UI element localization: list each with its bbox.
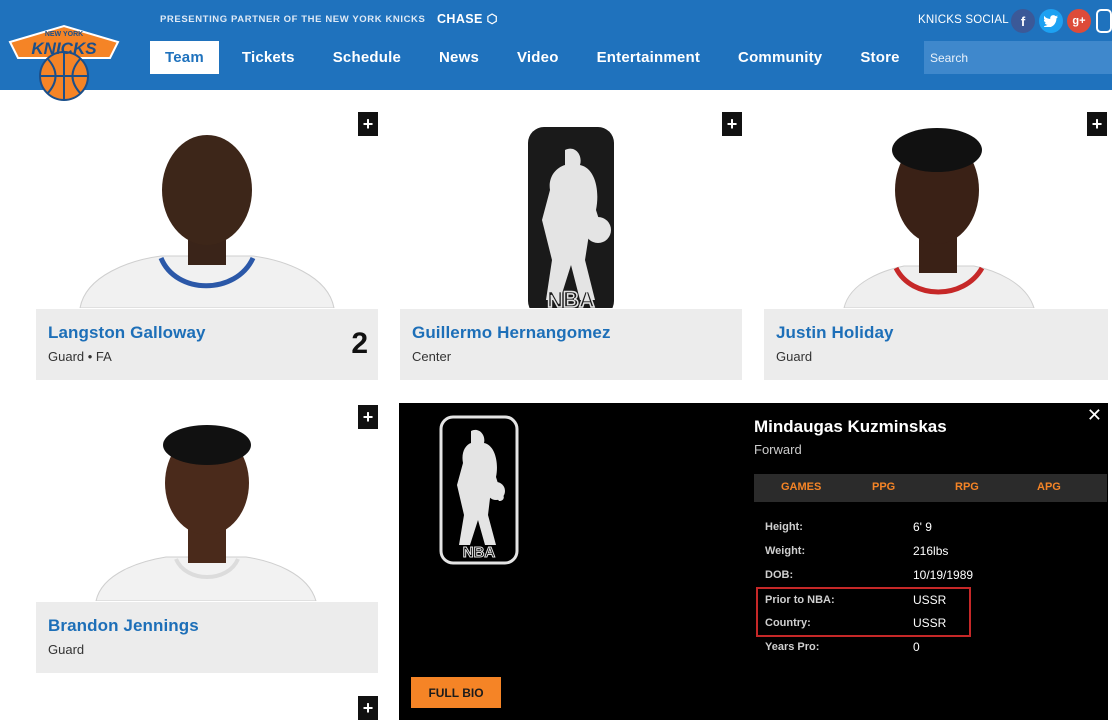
highlight-box	[756, 587, 971, 637]
stats-header-bar: GAMES PPG RPG APG	[754, 474, 1107, 502]
nav-item-team[interactable]: Team	[150, 41, 219, 74]
nav-item-community[interactable]: Community	[723, 41, 837, 74]
player-card-justin-holiday[interactable]: Justin Holiday Guard	[764, 309, 1108, 380]
nav-item-video[interactable]: Video	[502, 41, 574, 74]
social-label: KNICKS SOCIAL	[918, 14, 1009, 26]
height-label: Height:	[765, 521, 803, 533]
facebook-icon[interactable]: f	[1011, 9, 1035, 33]
player-number: 2	[351, 327, 368, 360]
height-value: 6' 9	[913, 520, 932, 534]
player-card-guillermo-hernangomez[interactable]: Guillermo Hernangomez Center	[400, 309, 742, 380]
dob-value: 10/19/1989	[913, 568, 974, 582]
logo-text: KNICKS	[31, 39, 97, 58]
detail-player-position: Forward	[754, 442, 802, 457]
google-plus-glyph: g+	[1072, 15, 1086, 27]
stat-header-games: GAMES	[781, 481, 822, 493]
player-position: Guard • FA	[48, 349, 112, 364]
search-input[interactable]	[924, 41, 1112, 74]
player-detail-panel: NBA Mindaugas Kuzminskas Forward ✕ GAMES…	[399, 403, 1108, 720]
player-name[interactable]: Justin Holiday	[776, 323, 894, 343]
player-photo[interactable]	[36, 403, 378, 601]
knicks-logo[interactable]: NEW YORK KNICKS	[4, 6, 124, 106]
nav-item-entertainment[interactable]: Entertainment	[582, 41, 715, 74]
player-name[interactable]: Brandon Jennings	[48, 616, 199, 636]
weight-label: Weight:	[765, 545, 806, 557]
dob-label: DOB:	[765, 569, 794, 581]
expand-plus-icon[interactable]: +	[1087, 112, 1107, 136]
nba-logo: NBA	[439, 415, 519, 565]
nba-logo-text: NBA	[463, 544, 496, 561]
expand-plus-icon[interactable]: +	[358, 696, 378, 720]
player-position: Guard	[776, 349, 813, 364]
nav-item-store[interactable]: Store	[845, 41, 914, 74]
nba-logo-placeholder[interactable]: NBA	[400, 110, 742, 308]
weight-value: 216lbs	[913, 544, 949, 558]
expand-plus-icon[interactable]: +	[358, 112, 378, 136]
logo-top-text: NEW YORK	[45, 31, 83, 38]
expand-plus-icon[interactable]: +	[358, 405, 378, 429]
full-bio-button[interactable]: FULL BIO	[411, 677, 501, 708]
years-pro-label: Years Pro:	[765, 641, 820, 653]
main-nav: Team Tickets Schedule News Video Enterta…	[150, 41, 923, 74]
site-header: NEW YORK KNICKS PRESENTING PARTNER OF TH…	[0, 0, 1112, 101]
player-photo[interactable]	[36, 110, 378, 308]
nav-item-tickets[interactable]: Tickets	[227, 41, 310, 74]
player-position: Guard	[48, 642, 85, 657]
detail-player-name: Mindaugas Kuzminskas	[754, 417, 947, 436]
twitter-icon[interactable]	[1039, 9, 1063, 33]
chase-link[interactable]: CHASE ⬡	[437, 11, 498, 26]
years-pro-value: 0	[913, 640, 920, 654]
player-card-brandon-jennings[interactable]: Brandon Jennings Guard	[36, 602, 378, 673]
stat-header-ppg: PPG	[872, 481, 896, 493]
chase-octagon-icon: ⬡	[486, 12, 498, 26]
player-position: Center	[412, 349, 452, 364]
nba-logo-text: NBA	[547, 287, 595, 308]
chase-label: CHASE	[437, 12, 483, 26]
player-name[interactable]: Guillermo Hernangomez	[412, 323, 611, 343]
close-icon[interactable]: ✕	[1087, 405, 1102, 426]
instagram-icon[interactable]	[1096, 9, 1112, 33]
player-card-langston-galloway[interactable]: Langston Galloway Guard • FA 2	[36, 309, 378, 380]
stat-header-rpg: RPG	[955, 481, 979, 493]
player-photo[interactable]	[764, 110, 1108, 308]
stat-header-apg: APG	[1037, 481, 1061, 493]
facebook-glyph: f	[1020, 13, 1026, 29]
partner-text: PRESENTING PARTNER OF THE NEW YORK KNICK…	[160, 14, 426, 25]
expand-plus-icon[interactable]: +	[722, 112, 742, 136]
nav-item-news[interactable]: News	[424, 41, 494, 74]
google-plus-icon[interactable]: g+	[1067, 9, 1091, 33]
nav-item-schedule[interactable]: Schedule	[318, 41, 416, 74]
player-name[interactable]: Langston Galloway	[48, 323, 206, 343]
